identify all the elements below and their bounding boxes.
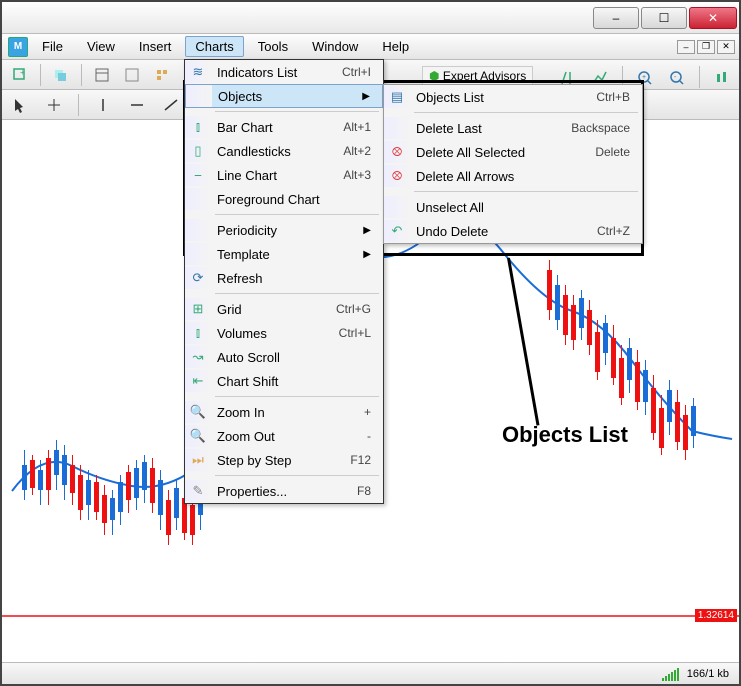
menu-zoom-out[interactable]: 🔍 Zoom Out -	[185, 424, 383, 448]
menu-foreground[interactable]: Foreground Chart	[185, 187, 383, 211]
cursor-button[interactable]	[8, 93, 32, 117]
menu-file[interactable]: File	[32, 36, 73, 57]
undo-icon: ↶	[392, 223, 403, 239]
data-window-button[interactable]	[120, 63, 144, 87]
submenu-delete-selected[interactable]: ⮾ Delete All Selected Delete	[384, 140, 642, 164]
navigator-button[interactable]	[150, 63, 174, 87]
step-icon: ⏭	[192, 452, 204, 468]
annotation-label: Objects List	[502, 422, 628, 448]
status-kb: 166/1 kb	[687, 668, 729, 680]
window-minimize-button[interactable]: –	[593, 7, 639, 29]
menu-periodicity[interactable]: Periodicity ▶	[185, 218, 383, 242]
grid-icon: ⊞	[193, 301, 204, 317]
charts-dropdown-menu: ≋ Indicators List Ctrl+I Objects ▶ ⫾ Bar…	[184, 59, 384, 504]
mdi-restore-button[interactable]: ❐	[697, 40, 715, 54]
mdi-minimize-button[interactable]: –	[677, 40, 695, 54]
menu-refresh[interactable]: ⟳ Refresh	[185, 266, 383, 290]
shift-icon: ⇤	[193, 373, 204, 389]
menu-candlesticks[interactable]: ▯ Candlesticks Alt+2	[185, 139, 383, 163]
horizontal-line-button[interactable]	[125, 93, 149, 117]
profiles-button[interactable]	[49, 63, 73, 87]
expert-hat-icon: ⬢	[429, 69, 439, 83]
properties-icon: ✎	[193, 483, 204, 499]
chart-type-button[interactable]	[710, 66, 734, 90]
menu-step[interactable]: ⏭ Step by Step F12	[185, 448, 383, 472]
list-icon: ▤	[391, 89, 403, 105]
vertical-line-button[interactable]	[91, 93, 115, 117]
candle-icon: ▯	[194, 143, 201, 159]
delete-arrows-icon: ⮾	[392, 168, 402, 184]
app-icon: M	[8, 37, 28, 57]
menu-insert[interactable]: Insert	[129, 36, 182, 57]
window-maximize-button[interactable]: ☐	[641, 7, 687, 29]
menu-view[interactable]: View	[77, 36, 125, 57]
titlebar: – ☐ ✕	[2, 2, 739, 34]
scroll-icon: ↝	[193, 349, 204, 365]
objects-submenu: ▤ Objects List Ctrl+B Delete Last Backsp…	[383, 84, 643, 244]
submenu-delete-arrows[interactable]: ⮾ Delete All Arrows	[384, 164, 642, 188]
zoom-out-icon: 🔍	[190, 428, 206, 444]
menu-objects[interactable]: Objects ▶	[185, 84, 383, 108]
submenu-unselect[interactable]: Unselect All	[384, 195, 642, 219]
menu-properties[interactable]: ✎ Properties... F8	[185, 479, 383, 503]
menu-chart-shift[interactable]: ⇤ Chart Shift	[185, 369, 383, 393]
menu-window[interactable]: Window	[302, 36, 368, 57]
submenu-undo-delete[interactable]: ↶ Undo Delete Ctrl+Z	[384, 219, 642, 243]
menu-bar-chart[interactable]: ⫾ Bar Chart Alt+1	[185, 115, 383, 139]
menu-tools[interactable]: Tools	[248, 36, 298, 57]
trendline-button[interactable]	[159, 93, 183, 117]
menu-line-chart[interactable]: ⎯ Line Chart Alt+3	[185, 163, 383, 187]
menu-charts[interactable]: Charts	[185, 36, 243, 57]
zoom-in-icon: 🔍	[190, 404, 206, 420]
volumes-icon: ⫾	[196, 325, 200, 341]
delete-selected-icon: ⮾	[392, 144, 402, 160]
submenu-delete-last[interactable]: Delete Last Backspace	[384, 116, 642, 140]
indicators-icon: ≋	[193, 64, 204, 80]
menu-help[interactable]: Help	[372, 36, 419, 57]
mdi-controls: – ❐ ✕	[677, 40, 739, 54]
window-close-button[interactable]: ✕	[689, 7, 737, 29]
new-chart-button[interactable]: +	[8, 63, 32, 87]
zoom-out-button[interactable]: -	[665, 66, 689, 90]
submenu-objects-list[interactable]: ▤ Objects List Ctrl+B	[384, 85, 642, 109]
menu-volumes[interactable]: ⫾ Volumes Ctrl+L	[185, 321, 383, 345]
svg-text:-: -	[674, 74, 677, 81]
bar-chart-icon: ⫾	[196, 119, 200, 135]
statusbar: 166/1 kb	[2, 662, 739, 684]
submenu-arrow-icon: ▶	[343, 249, 371, 260]
price-label: 1.32614	[695, 609, 737, 622]
line-chart-icon: ⎯	[195, 167, 202, 183]
crosshair-button[interactable]	[42, 93, 66, 117]
refresh-icon: ⟳	[193, 270, 204, 286]
menu-grid[interactable]: ⊞ Grid Ctrl+G	[185, 297, 383, 321]
app-window: – ☐ ✕ M File View Insert Charts Tools Wi…	[0, 0, 741, 686]
menu-indicators-list[interactable]: ≋ Indicators List Ctrl+I	[185, 60, 383, 84]
submenu-arrow-icon: ▶	[343, 225, 371, 236]
expert-advisors-button[interactable]: ⬢ Expert Advisors	[422, 66, 533, 86]
mdi-close-button[interactable]: ✕	[717, 40, 735, 54]
connection-bars-icon	[662, 667, 679, 681]
expert-advisors-label: Expert Advisors	[443, 69, 526, 83]
menu-template[interactable]: Template ▶	[185, 242, 383, 266]
menubar: M File View Insert Charts Tools Window H…	[2, 34, 739, 60]
submenu-arrow-icon: ▶	[342, 91, 370, 102]
menu-zoom-in[interactable]: 🔍 Zoom In +	[185, 400, 383, 424]
menu-auto-scroll[interactable]: ↝ Auto Scroll	[185, 345, 383, 369]
svg-text:+: +	[642, 74, 646, 81]
svg-text:+: +	[20, 68, 25, 77]
market-watch-button[interactable]	[90, 63, 114, 87]
